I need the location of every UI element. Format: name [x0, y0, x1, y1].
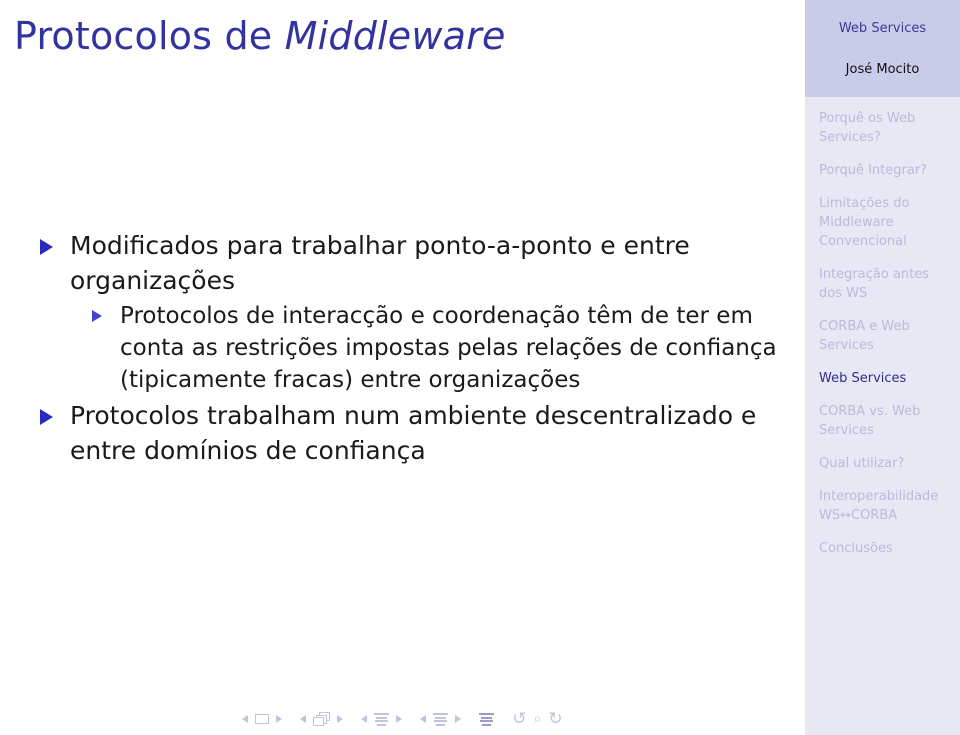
next-subsection-icon[interactable] [396, 715, 403, 723]
triangle-bullet-icon [40, 239, 53, 255]
list-item-label: Protocolos trabalham num ambiente descen… [70, 401, 757, 465]
triangle-bullet-icon [40, 409, 53, 425]
presentation-lines-icon[interactable] [479, 713, 495, 726]
sidebar-item-corba-e-web-services[interactable]: CORBA e Web Services [805, 317, 960, 355]
previous-section-icon[interactable] [420, 715, 427, 723]
sidebar: Web Services José Mocito Porquê os Web S… [805, 0, 960, 735]
nav-group-subsection[interactable] [361, 713, 403, 726]
page-title-emphasis: Middleware [284, 14, 506, 58]
section-lines-icon[interactable] [433, 713, 449, 726]
triangle-bullet-icon [92, 310, 102, 322]
nav-group-slide[interactable] [242, 714, 283, 724]
next-section-icon[interactable] [455, 715, 462, 723]
list-item: Protocolos de interacção e coordenação t… [70, 300, 805, 396]
next-slide-icon[interactable] [276, 715, 283, 723]
search-icon[interactable]: ⌕ [534, 712, 542, 726]
list-item: Modificados para trabalhar ponto-a-ponto… [0, 228, 805, 396]
back-icon[interactable]: ↺ [512, 710, 526, 728]
list-item: Protocolos trabalham num ambiente descen… [0, 398, 805, 468]
sidebar-item-conclusoes[interactable]: Conclusões [805, 539, 960, 558]
nav-group-section[interactable] [420, 713, 462, 726]
beamer-navigation-bar[interactable]: ↺ ⌕ ↻ [0, 703, 805, 735]
sidebar-item-integracao-antes-dos-ws[interactable]: Integração antes dos WS [805, 265, 960, 303]
slide-content: Modificados para trabalhar ponto-a-ponto… [0, 228, 805, 470]
sidebar-document-title: Web Services [838, 21, 927, 36]
sidebar-navigation: Porquê os Web Services? Porquê Integrar?… [805, 97, 960, 572]
list-item-label: Modificados para trabalhar ponto-a-ponto… [70, 231, 690, 295]
sidebar-item-web-services[interactable]: Web Services [805, 369, 960, 388]
nav-group-frame[interactable] [300, 712, 344, 726]
page-title: Protocolos de Middleware [14, 14, 506, 58]
sidebar-header: Web Services José Mocito [805, 0, 960, 97]
slide-main-column: Protocolos de Middleware Modificados par… [0, 0, 805, 735]
sidebar-item-corba-vs-web-services[interactable]: CORBA vs. Web Services [805, 402, 960, 440]
subsection-lines-icon[interactable] [374, 713, 390, 726]
frame-stack-icon[interactable] [313, 712, 331, 726]
nav-group-presentation[interactable] [479, 713, 495, 726]
bullet-list-level2: Protocolos de interacção e coordenação t… [70, 300, 805, 396]
forward-icon[interactable]: ↻ [548, 710, 562, 728]
sidebar-author: José Mocito [845, 62, 920, 77]
nav-group-history[interactable]: ↺ ⌕ ↻ [512, 710, 562, 728]
next-frame-icon[interactable] [337, 715, 344, 723]
previous-subsection-icon[interactable] [361, 715, 368, 723]
sidebar-item-qual-utilizar[interactable]: Qual utilizar? [805, 454, 960, 473]
bullet-list-level1: Modificados para trabalhar ponto-a-ponto… [0, 228, 805, 468]
list-item-label: Protocolos de interacção e coordenação t… [120, 303, 777, 393]
slide-icon[interactable] [255, 714, 270, 724]
sidebar-item-interoperabilidade-ws-corba[interactable]: Interoperabilidade WS↔CORBA [805, 487, 960, 525]
page-title-plain: Protocolos de [14, 14, 285, 58]
previous-slide-icon[interactable] [242, 715, 249, 723]
sidebar-item-porque-integrar[interactable]: Porquê Integrar? [805, 161, 960, 180]
sidebar-item-porque-os-web-services[interactable]: Porquê os Web Services? [805, 109, 960, 147]
presentation-slide: Protocolos de Middleware Modificados par… [0, 0, 960, 735]
sidebar-item-limitacoes-do-middleware-convencional[interactable]: Limitações do Middleware Convencional [805, 194, 960, 251]
previous-frame-icon[interactable] [300, 715, 307, 723]
